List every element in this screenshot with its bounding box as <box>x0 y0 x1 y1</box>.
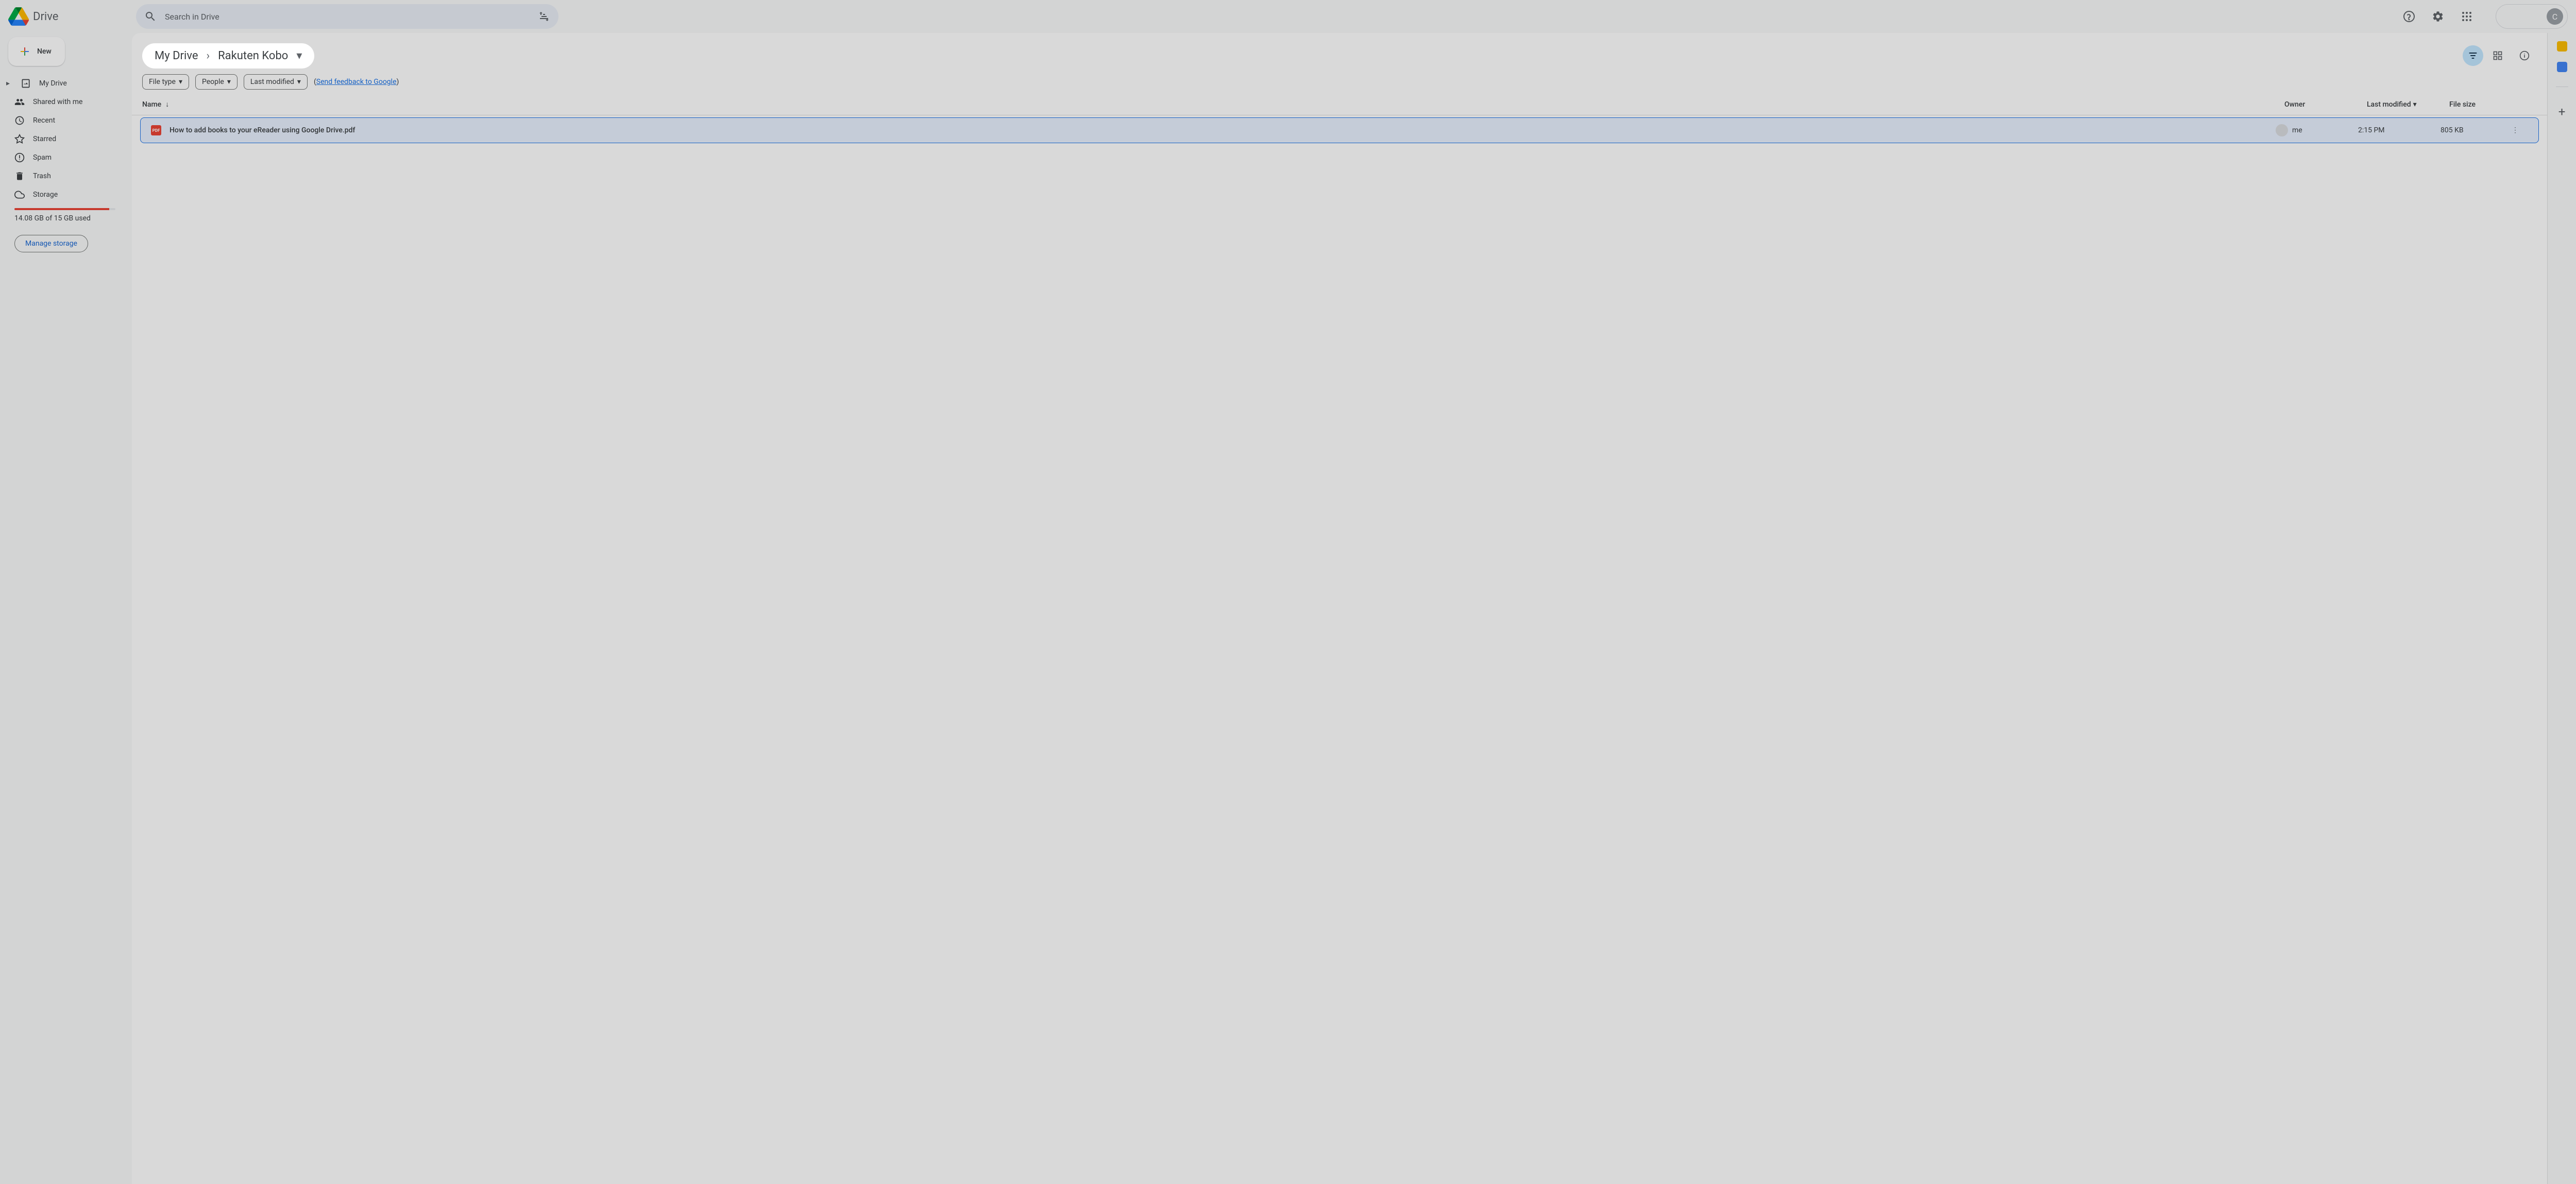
nav-label: Starred <box>33 135 56 143</box>
col-header-name[interactable]: Name ↓ <box>142 100 2284 109</box>
sidebar-item-shared[interactable]: Shared with me <box>4 93 124 111</box>
help-icon[interactable] <box>2397 4 2421 29</box>
dropdown-icon[interactable]: ▾ <box>296 49 302 62</box>
file-name: How to add books to your eReader using G… <box>170 126 2276 134</box>
header: Drive C <box>0 0 2576 33</box>
file-row[interactable]: PDF How to add books to your eReader usi… <box>140 117 2539 143</box>
storage-bar <box>14 208 115 210</box>
nav-label: Storage <box>33 191 58 199</box>
chevron-right-icon: › <box>205 49 212 62</box>
avatar[interactable]: C <box>2547 8 2563 25</box>
header-right: C <box>2397 4 2568 29</box>
cloud-icon <box>14 190 25 200</box>
more-actions-icon[interactable]: ⋮ <box>2502 126 2528 134</box>
search-options-icon[interactable] <box>534 6 554 27</box>
contacts-app-icon[interactable] <box>2557 62 2567 72</box>
sidebar-item-storage[interactable]: Storage <box>4 185 124 204</box>
right-sidebar: + <box>2547 33 2576 1184</box>
storage-text: 14.08 GB of 15 GB used <box>14 214 115 222</box>
drive-icon <box>21 78 31 89</box>
owner-avatar-icon <box>2276 124 2288 136</box>
drive-logo-icon <box>8 6 29 27</box>
feedback-anchor[interactable]: Send feedback to Google <box>316 78 397 86</box>
filters-row: File type ▾ People ▾ Last modified ▾ (Se… <box>132 70 2547 94</box>
expand-icon[interactable]: ▸ <box>6 79 12 88</box>
dropdown-icon: ▾ <box>297 78 301 86</box>
sort-down-icon: ↓ <box>165 100 169 109</box>
search-bar <box>136 4 558 29</box>
people-icon <box>14 97 25 107</box>
nav-label: Recent <box>33 116 55 125</box>
new-button[interactable]: New <box>8 37 65 66</box>
sidebar-item-recent[interactable]: Recent <box>4 111 124 130</box>
sidebar-item-my-drive[interactable]: ▸ My Drive <box>4 74 124 93</box>
file-modified: 2:15 PM <box>2358 126 2441 134</box>
search-icon[interactable] <box>140 6 161 27</box>
breadcrumb: My Drive › Rakuten Kobo ▾ <box>142 43 314 68</box>
sidebar-item-starred[interactable]: Starred <box>4 130 124 148</box>
file-owner: me <box>2276 124 2358 136</box>
nav-label: Spam <box>33 153 52 162</box>
col-header-owner[interactable]: Owner <box>2284 100 2367 109</box>
filter-chip-people[interactable]: People ▾ <box>195 74 238 90</box>
sidebar-item-trash[interactable]: Trash <box>4 167 124 185</box>
sidebar: New ▸ My Drive Shared with me Recent Sta… <box>0 33 132 1184</box>
breadcrumb-my-drive[interactable]: My Drive <box>150 47 202 64</box>
col-header-modified[interactable]: Last modified ▾ <box>2367 100 2449 109</box>
app-name: Drive <box>33 10 58 23</box>
nav-label: Shared with me <box>33 98 82 106</box>
col-header-size[interactable]: File size <box>2449 100 2511 109</box>
plus-icon <box>19 45 31 58</box>
sidebar-item-spam[interactable]: Spam <box>4 148 124 167</box>
apps-icon[interactable] <box>2454 4 2479 29</box>
manage-storage-button[interactable]: Manage storage <box>14 235 88 252</box>
file-size: 805 KB <box>2441 126 2502 134</box>
keep-app-icon[interactable] <box>2557 41 2567 52</box>
account-area[interactable]: C <box>2496 4 2568 29</box>
new-button-label: New <box>37 47 52 56</box>
trash-icon <box>14 171 25 181</box>
logo-area[interactable]: Drive <box>8 6 136 27</box>
dropdown-icon: ▾ <box>179 78 182 86</box>
breadcrumb-current[interactable]: Rakuten Kobo <box>214 47 292 64</box>
view-controls <box>2463 43 2537 68</box>
content-main: My Drive › Rakuten Kobo ▾ <box>132 33 2547 1184</box>
info-icon[interactable] <box>2512 43 2537 68</box>
spam-icon <box>14 152 25 163</box>
search-input[interactable] <box>161 12 534 22</box>
grid-view-icon[interactable] <box>2485 43 2510 68</box>
filter-button[interactable] <box>2463 45 2483 66</box>
filter-chip-file-type[interactable]: File type ▾ <box>142 74 189 90</box>
nav-label: My Drive <box>39 79 67 88</box>
dropdown-icon: ▾ <box>227 78 231 86</box>
filter-chip-last-modified[interactable]: Last modified ▾ <box>244 74 308 90</box>
feedback-link: (Send feedback to Google) <box>314 78 399 86</box>
pdf-icon: PDF <box>151 125 161 135</box>
star-icon <box>14 134 25 144</box>
dropdown-icon: ▾ <box>2413 100 2417 109</box>
table-header: Name ↓ Owner Last modified ▾ File size <box>132 94 2547 115</box>
storage-fill <box>14 208 109 210</box>
nav-label: Trash <box>33 172 51 180</box>
clock-icon <box>14 115 25 126</box>
add-app-icon[interactable]: + <box>2552 101 2572 122</box>
settings-icon[interactable] <box>2426 4 2450 29</box>
